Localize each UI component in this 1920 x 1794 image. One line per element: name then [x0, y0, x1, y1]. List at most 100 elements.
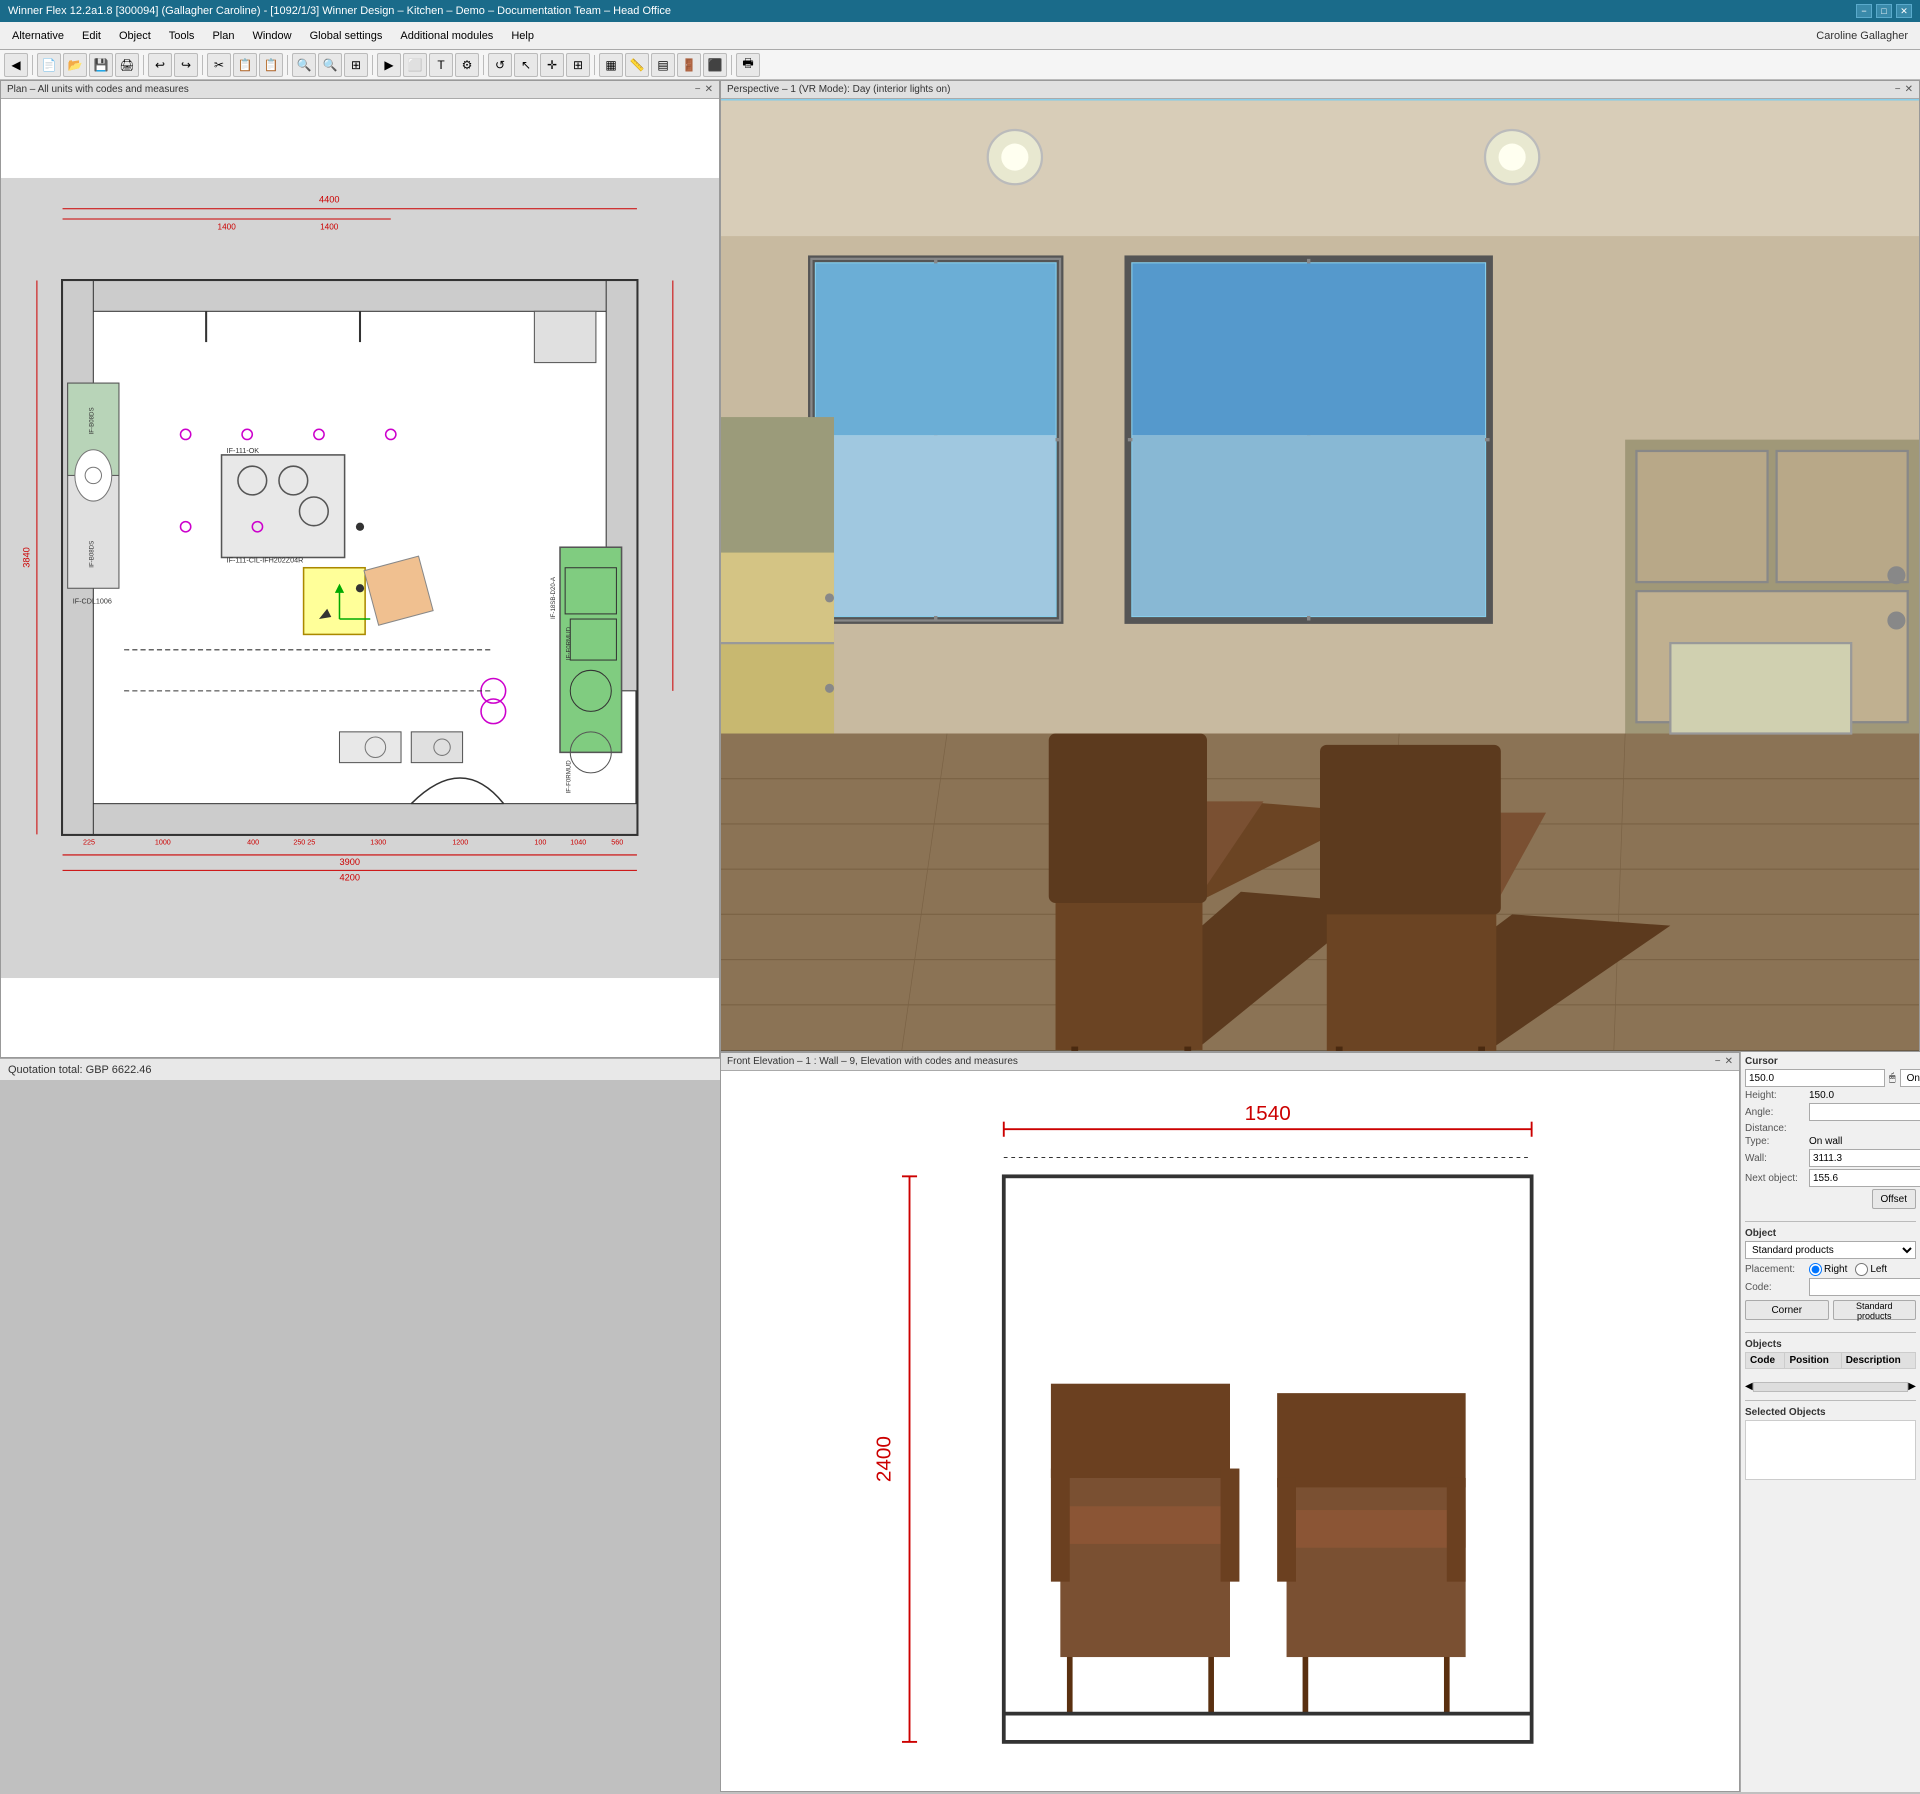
svg-text:IF-F0RMUD: IF-F0RMUD [565, 760, 572, 794]
zoom-fit-btn[interactable]: ⊞ [344, 53, 368, 77]
offset-button[interactable]: Offset [1872, 1189, 1917, 1209]
selected-objects-section: Selected Objects [1745, 1407, 1916, 1781]
print-btn[interactable]: 🖨 [115, 53, 139, 77]
menu-edit[interactable]: Edit [74, 27, 109, 45]
height-key: Height: [1745, 1090, 1805, 1101]
right-radio[interactable]: Right [1809, 1263, 1847, 1276]
rect-btn[interactable]: ⬜ [403, 53, 427, 77]
left-radio[interactable]: Left [1855, 1263, 1887, 1276]
position-header: Position [1785, 1353, 1841, 1369]
door-btn[interactable]: 🚪 [677, 53, 701, 77]
plan-close-icon[interactable]: ✕ [705, 84, 713, 95]
cursor-height-input[interactable] [1745, 1069, 1885, 1087]
right-radio-input[interactable] [1809, 1263, 1822, 1276]
object-type-select[interactable]: Standard products Custom products [1745, 1241, 1916, 1259]
svg-text:1200: 1200 [452, 839, 468, 847]
properties-panel: Cursor 🖱 On plinths On floor On wall Hei… [1740, 1052, 1920, 1791]
sep2 [143, 55, 144, 75]
type-row: Type: On wall [1745, 1136, 1916, 1147]
cursor-icon: 🖱 [1889, 1072, 1896, 1085]
svg-text:1300: 1300 [370, 839, 386, 847]
type-key: Type: [1745, 1136, 1805, 1147]
svg-text:IF-B08DS: IF-B08DS [88, 407, 95, 434]
menu-additional-modules[interactable]: Additional modules [392, 27, 501, 45]
svg-text:4200: 4200 [339, 873, 360, 883]
zoom-out-btn[interactable]: 🔍 [318, 53, 342, 77]
scroll-right-icon[interactable]: ▶ [1908, 1381, 1916, 1392]
svg-text:IF-111-CIL-IFH202Z04R: IF-111-CIL-IFH202Z04R [227, 557, 304, 565]
svg-text:IF-18SB-D20-A: IF-18SB-D20-A [550, 576, 557, 619]
perspective-title-bar: Perspective – 1 (VR Mode): Day (interior… [721, 81, 1919, 99]
undo-btn[interactable]: ↩ [148, 53, 172, 77]
next-input[interactable] [1809, 1169, 1920, 1187]
wall-input[interactable] [1809, 1149, 1920, 1167]
crosshair-btn[interactable]: ✛ [540, 53, 564, 77]
save-btn[interactable]: 💾 [89, 53, 113, 77]
standard-products-button[interactable]: Standard products [1833, 1300, 1917, 1320]
svg-text:100: 100 [534, 839, 546, 847]
grid-btn[interactable]: ▦ [599, 53, 623, 77]
print2-btn[interactable]: 🖶 [736, 53, 760, 77]
perspective-canvas[interactable] [721, 99, 1919, 1052]
code-input[interactable] [1809, 1278, 1920, 1296]
menu-alternative[interactable]: Alternative [4, 27, 72, 45]
title-text: Winner Flex 12.2a1.8 [300094] (Gallagher… [8, 5, 671, 17]
back-btn[interactable]: ◀ [4, 53, 28, 77]
cut-btn[interactable]: ✂ [207, 53, 231, 77]
new-btn[interactable]: 📄 [37, 53, 61, 77]
menu-help[interactable]: Help [503, 27, 542, 45]
cursor-btn[interactable]: ↖ [514, 53, 538, 77]
close-btn[interactable]: ✕ [1896, 4, 1912, 18]
wall-btn[interactable]: ▤ [651, 53, 675, 77]
status-text: Quotation total: GBP 6622.46 [8, 1064, 152, 1076]
perspective-minimize-icon[interactable]: − [1895, 84, 1901, 95]
menu-object[interactable]: Object [111, 27, 159, 45]
cursor-label: Cursor [1745, 1056, 1916, 1067]
plan-canvas[interactable]: 4400 1400 1400 [1, 99, 719, 1057]
paste-btn[interactable]: 📋 [259, 53, 283, 77]
horizontal-scrollbar[interactable] [1753, 1382, 1909, 1392]
text-btn[interactable]: T [429, 53, 453, 77]
menu-plan[interactable]: Plan [204, 27, 242, 45]
maximize-btn[interactable]: □ [1876, 4, 1892, 18]
sep8 [731, 55, 732, 75]
elevation-canvas[interactable]: 1540 2400 [721, 1071, 1739, 1791]
selected-objects-area [1745, 1420, 1916, 1480]
redo-btn[interactable]: ↪ [174, 53, 198, 77]
user-name: Caroline Gallagher [1816, 30, 1916, 42]
scrollbar-area: ◀ ▶ [1745, 1381, 1916, 1392]
play-btn[interactable]: ▶ [377, 53, 401, 77]
menu-tools[interactable]: Tools [161, 27, 203, 45]
left-radio-input[interactable] [1855, 1263, 1868, 1276]
settings-btn[interactable]: ⚙ [455, 53, 479, 77]
zoom-in-btn[interactable]: 🔍 [292, 53, 316, 77]
scroll-left-icon[interactable]: ◀ [1745, 1381, 1753, 1392]
plan-minimize-icon[interactable]: − [695, 84, 701, 95]
menu-global-settings[interactable]: Global settings [302, 27, 391, 45]
angle-input[interactable] [1809, 1103, 1920, 1121]
rotate-btn[interactable]: ↺ [488, 53, 512, 77]
measure-btn[interactable]: 📏 [625, 53, 649, 77]
objects-section: Objects Code Position Description [1745, 1339, 1916, 1369]
elevation-close-icon[interactable]: ✕ [1725, 1056, 1733, 1067]
snap-btn[interactable]: ⊞ [566, 53, 590, 77]
minimize-btn[interactable]: − [1856, 4, 1872, 18]
right-panels: Perspective – 1 (VR Mode): Day (interior… [720, 80, 1920, 1058]
svg-text:3900: 3900 [339, 857, 360, 867]
menubar: Alternative Edit Object Tools Plan Windo… [0, 22, 1920, 50]
wall-key: Wall: [1745, 1153, 1805, 1164]
open-btn[interactable]: 📂 [63, 53, 87, 77]
svg-text:IF-B08DS: IF-B08DS [88, 541, 95, 568]
svg-text:400: 400 [247, 839, 259, 847]
perspective-title-controls: − ✕ [1895, 84, 1913, 95]
elevation-minimize-icon[interactable]: − [1715, 1056, 1721, 1067]
bottom-right: Front Elevation – 1 : Wall – 9, Elevatio… [720, 1052, 1920, 1791]
menu-window[interactable]: Window [244, 27, 299, 45]
sep6 [483, 55, 484, 75]
copy-btn[interactable]: 📋 [233, 53, 257, 77]
perspective-close-icon[interactable]: ✕ [1905, 84, 1913, 95]
main-area: Plan – All units with codes and measures… [0, 80, 1920, 1058]
cursor-placement-select[interactable]: On plinths On floor On wall [1900, 1069, 1920, 1087]
corner-button[interactable]: Corner [1745, 1300, 1829, 1320]
window-btn2[interactable]: ⬛ [703, 53, 727, 77]
